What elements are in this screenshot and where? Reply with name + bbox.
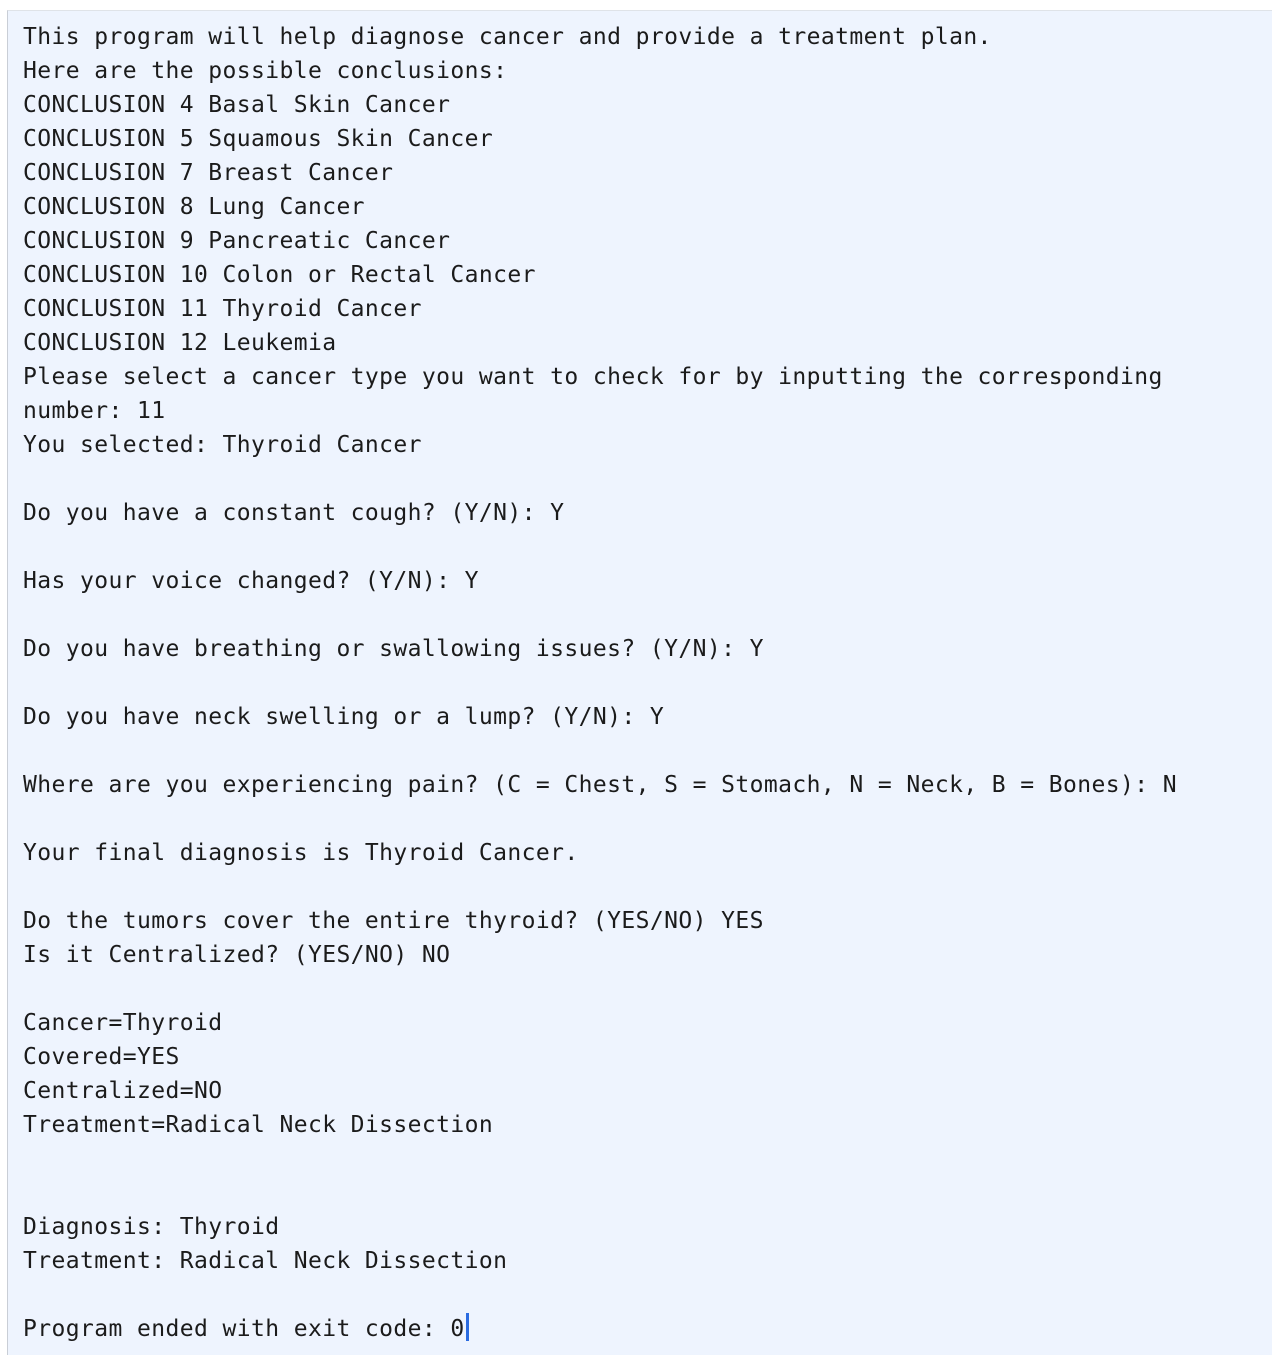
console-line: Do the tumors cover the entire thyroid? … <box>23 908 764 934</box>
console-line: Treatment=Radical Neck Dissection <box>23 1112 494 1138</box>
text-caret <box>465 1313 469 1341</box>
console-line: CONCLUSION 9 Pancreatic Cancer <box>23 228 451 254</box>
console-line: Here are the possible conclusions: <box>23 58 508 84</box>
console-line: Treatment: Radical Neck Dissection <box>23 1248 508 1274</box>
console-line: Do you have a constant cough? (Y/N): Y <box>23 500 565 526</box>
console-line: Please select a cancer type you want to … <box>23 364 1163 390</box>
console-line: Cancer=Thyroid <box>23 1010 223 1036</box>
console-line: CONCLUSION 12 Leukemia <box>23 330 337 356</box>
console-line: Is it Centralized? (YES/NO) NO <box>23 942 451 968</box>
console-line: Do you have neck swelling or a lump? (Y/… <box>23 704 665 730</box>
console-line: Centralized=NO <box>23 1078 223 1104</box>
console-line: Your final diagnosis is Thyroid Cancer. <box>23 840 579 866</box>
console-line: Diagnosis: Thyroid <box>23 1214 280 1240</box>
console-line: CONCLUSION 7 Breast Cancer <box>23 160 394 186</box>
console-line: Do you have breathing or swallowing issu… <box>23 636 764 662</box>
console-line: Covered=YES <box>23 1044 180 1070</box>
console-line: You selected: Thyroid Cancer <box>23 432 422 458</box>
console-line: CONCLUSION 11 Thyroid Cancer <box>23 296 422 322</box>
console-line: CONCLUSION 5 Squamous Skin Cancer <box>23 126 494 152</box>
console-line: Where are you experiencing pain? (C = Ch… <box>23 772 1178 798</box>
console-output-text: This program will help diagnose cancer a… <box>23 20 1177 1346</box>
console-output-pane[interactable]: This program will help diagnose cancer a… <box>7 10 1272 1355</box>
console-line-last: Program ended with exit code: 0 <box>23 1312 1177 1346</box>
console-line: This program will help diagnose cancer a… <box>23 24 992 50</box>
console-line: Has your voice changed? (Y/N): Y <box>23 568 479 594</box>
console-line: CONCLUSION 10 Colon or Rectal Cancer <box>23 262 536 288</box>
console-line: CONCLUSION 4 Basal Skin Cancer <box>23 92 451 118</box>
console-line: number: 11 <box>23 398 166 424</box>
console-line: CONCLUSION 8 Lung Cancer <box>23 194 365 220</box>
exit-code-text: Program ended with exit code: 0 <box>23 1316 465 1342</box>
